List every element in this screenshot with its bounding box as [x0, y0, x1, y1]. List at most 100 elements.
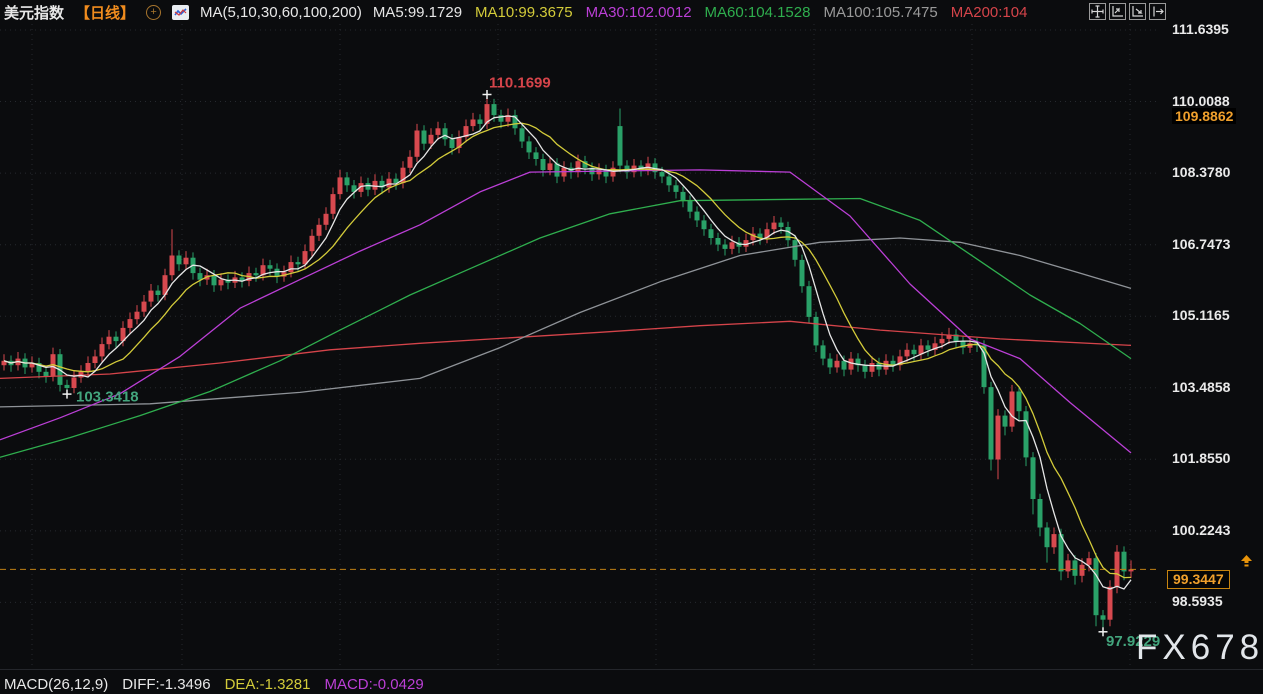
symbol-title: 美元指数 — [4, 2, 64, 23]
candle-body — [373, 181, 378, 190]
candle-body — [688, 201, 693, 212]
macd-value: MACD:-0.0429 — [324, 676, 423, 693]
y-axis-tick: 103.4858 — [1172, 379, 1230, 395]
candle-body — [317, 225, 322, 236]
macd-pane-header: MACD(26,12,9) DIFF:-1.3496 DEA:-1.3281 MAC… — [4, 676, 424, 693]
candle-body — [100, 344, 105, 356]
candle-body — [709, 229, 714, 238]
candle-body — [1094, 558, 1099, 615]
candle-body — [772, 223, 777, 230]
axis-zoom-left-glyph — [1111, 5, 1124, 18]
candle-body — [387, 179, 392, 188]
candlestick-chart[interactable]: 110.1699103.341897.9229 — [0, 0, 1263, 694]
axis-zoom-right-icon[interactable] — [1129, 3, 1146, 20]
candle-body — [1052, 534, 1057, 547]
candle-body — [793, 240, 798, 260]
candle-body — [786, 227, 791, 240]
chart-header: 美元指数 【日线】 + MA(5,10,30,60,100,200) MA5:9… — [4, 0, 1027, 24]
ma-legend-item: MA100:105.7475 — [823, 4, 937, 21]
candle-body — [905, 350, 910, 357]
y-axis-tick: 111.6395 — [1172, 21, 1229, 37]
macd-params-label[interactable]: MACD(26,12,9) — [4, 676, 108, 693]
add-circle-icon[interactable]: + — [146, 5, 161, 20]
candle-body — [534, 152, 539, 159]
candle-body — [681, 192, 686, 201]
macd-value: DIFF:-1.3496 — [122, 676, 210, 693]
y-axis-tick: 105.1165 — [1172, 307, 1230, 323]
y-axis-tick: 108.3780 — [1172, 164, 1230, 180]
candle-body — [471, 120, 476, 127]
candle-body — [1073, 560, 1078, 575]
candle-body — [268, 265, 273, 269]
visible-high-price-label: 109.8862 — [1172, 108, 1236, 124]
candle-body — [849, 359, 854, 370]
ma-line-ma5 — [4, 116, 1131, 589]
candle-body — [912, 350, 917, 354]
kline-chart-glyph — [174, 7, 187, 18]
candle-body — [478, 120, 483, 124]
candle-body — [870, 363, 875, 372]
ma-legend-item: MA60:104.1528 — [705, 4, 811, 21]
candle-body — [667, 177, 672, 186]
ma-line-ma60 — [0, 199, 1131, 458]
candle-body — [86, 363, 91, 372]
extreme-price-annotation: 110.1699 — [489, 75, 551, 92]
candle-body — [660, 172, 665, 176]
ma-line-ma10 — [4, 123, 1131, 577]
candle-body — [702, 220, 707, 229]
axis-zoom-left-icon[interactable] — [1109, 3, 1126, 20]
candle-body — [1031, 457, 1036, 499]
candle-body — [527, 141, 532, 152]
chart-toolbar — [1089, 3, 1166, 20]
candle-body — [807, 286, 812, 317]
candle-body — [149, 291, 154, 302]
candle-body — [114, 337, 119, 341]
candle-body — [1010, 392, 1015, 427]
ma-line-ma30 — [0, 170, 1131, 453]
exit-right-icon[interactable] — [1149, 3, 1166, 20]
y-axis-tick: 110.0088 — [1172, 93, 1230, 109]
candle-body — [324, 214, 329, 225]
candle-body — [142, 302, 147, 312]
crosshair-glyph — [1091, 5, 1104, 18]
candle-body — [576, 161, 581, 172]
candle-body — [779, 223, 784, 227]
candle-body — [842, 361, 847, 370]
candle-body — [212, 275, 217, 285]
candle-body — [345, 177, 350, 185]
candle-body — [1038, 499, 1043, 528]
candle-body — [1101, 615, 1106, 619]
ma-params-label[interactable]: MA(5,10,30,60,100,200) — [200, 4, 362, 21]
candle-body — [723, 245, 728, 249]
y-axis-tick: 101.8550 — [1172, 450, 1230, 466]
candle-body — [492, 104, 497, 115]
candle-body — [450, 139, 455, 148]
candle-body — [72, 378, 77, 389]
macd-value: DEA:-1.3281 — [225, 676, 311, 693]
candle-body — [1003, 416, 1008, 427]
candle-body — [170, 256, 175, 276]
candle-body — [436, 128, 441, 135]
candle-body — [184, 258, 189, 265]
candle-body — [331, 194, 336, 214]
candle-body — [93, 356, 98, 363]
candles[interactable] — [2, 95, 1134, 632]
period-label[interactable]: 【日线】 — [75, 2, 135, 23]
candle-body — [926, 345, 931, 349]
ma-line-ma200 — [0, 321, 1131, 378]
crosshair-icon[interactable] — [1089, 3, 1106, 20]
exit-right-glyph — [1151, 5, 1164, 18]
candle-body — [618, 126, 623, 166]
candle-body — [1122, 552, 1127, 572]
kline-chart-icon[interactable] — [172, 5, 189, 20]
candle-body — [1024, 411, 1029, 457]
candle-body — [296, 262, 301, 264]
candle-body — [275, 269, 280, 277]
candle-body — [989, 387, 994, 459]
candle-body — [422, 131, 427, 144]
candle-body — [310, 236, 315, 251]
candle-body — [828, 359, 833, 368]
candle-body — [1045, 528, 1050, 548]
trading-chart-app: 110.1699103.341897.9229 美元指数 【日线】 + MA(5… — [0, 0, 1263, 694]
candle-body — [716, 238, 721, 245]
